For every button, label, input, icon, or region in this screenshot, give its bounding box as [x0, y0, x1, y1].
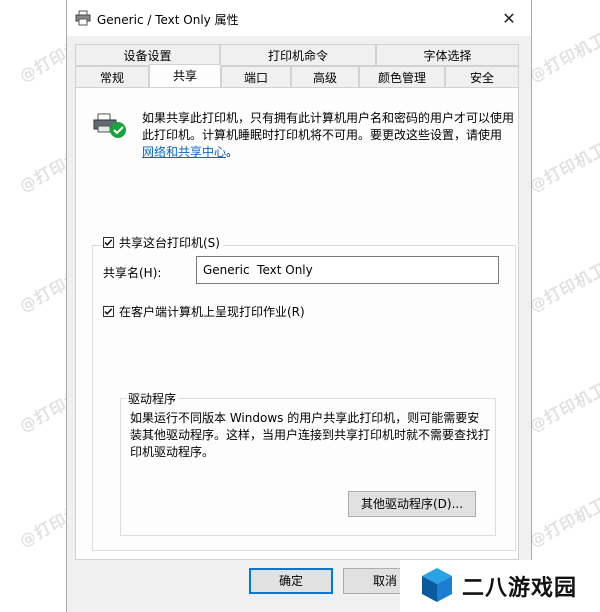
share-printer-checkbox[interactable] — [103, 237, 114, 248]
render-jobs-checkbox[interactable] — [103, 306, 114, 317]
close-button[interactable]: ✕ — [497, 6, 521, 30]
tab-ports[interactable]: 端口 — [221, 66, 291, 88]
watermark: @打印机卫士 — [526, 485, 600, 551]
tab-label: 共享 — [172, 69, 197, 83]
sharing-info-body: 如果共享此打印机，只有拥有此计算机用户名和密码的用户才可以使用此打印机。计算机睡… — [142, 111, 515, 142]
share-printer-row[interactable]: 共享这台打印机(S) — [103, 234, 223, 251]
tab-device-settings[interactable]: 设备设置 — [75, 44, 220, 66]
sharing-panel: 如果共享此打印机，只有拥有此计算机用户名和密码的用户才可以使用此打印机。计算机睡… — [75, 87, 519, 560]
driver-description: 如果运行不同版本 Windows 的用户共享此打印机，则可能需要安装其他驱动程序… — [130, 411, 491, 459]
checkmark-icon — [104, 239, 113, 246]
brand-watermark: 二八游戏园 — [400, 560, 600, 612]
watermark: @打印机卫士 — [526, 130, 600, 196]
render-jobs-label: 在客户端计算机上呈现打印作业(R) — [119, 305, 305, 319]
render-jobs-row[interactable]: 在客户端计算机上呈现打印作业(R) — [103, 303, 305, 320]
driver-legend: 驱动程序 — [126, 390, 179, 407]
shared-printer-icon — [92, 112, 128, 140]
tab-general[interactable]: 常规 — [75, 66, 149, 88]
share-printer-label: 共享这台打印机(S) — [119, 236, 220, 250]
tab-label: 颜色管理 — [377, 71, 426, 85]
printer-properties-dialog: Generic / Text Only 属性 ✕ 设备设置 打印机命令 字体选择… — [66, 0, 532, 612]
tab-label: 端口 — [243, 71, 268, 85]
ok-button[interactable]: 确定 — [249, 568, 333, 594]
close-icon: ✕ — [502, 8, 516, 28]
title-bar: Generic / Text Only 属性 ✕ — [67, 0, 531, 36]
sharing-info-suffix: 。 — [226, 145, 239, 159]
tab-sharing[interactable]: 共享 — [149, 64, 221, 88]
tab-label: 打印机命令 — [267, 49, 328, 63]
share-name-label: 共享名(H): — [103, 266, 162, 280]
tab-label: 常规 — [99, 71, 124, 85]
tab-font-selection[interactable]: 字体选择 — [376, 44, 519, 66]
additional-drivers-label: 其他驱动程序(D)... — [360, 497, 464, 511]
brand-name: 二八游戏园 — [462, 576, 578, 601]
tab-security[interactable]: 安全 — [445, 66, 519, 88]
ok-label: 确定 — [278, 574, 303, 588]
tab-label: 高级 — [312, 71, 337, 85]
checkmark-icon — [104, 308, 113, 315]
tab-color-management[interactable]: 颜色管理 — [359, 66, 445, 88]
watermark: @打印机卫士 — [526, 250, 600, 316]
tab-label: 字体选择 — [423, 49, 472, 63]
tab-label: 设备设置 — [123, 49, 172, 63]
tab-printer-commands[interactable]: 打印机命令 — [220, 44, 376, 66]
additional-drivers-button[interactable]: 其他驱动程序(D)... — [348, 491, 476, 517]
cube-logo-icon — [420, 566, 454, 607]
watermark: @打印机卫士 — [526, 370, 600, 436]
network-sharing-center-link[interactable]: 网络和共享中心 — [142, 145, 226, 159]
window-title: Generic / Text Only 属性 — [97, 13, 239, 27]
share-name-input[interactable] — [196, 256, 499, 284]
sharing-info-text: 如果共享此打印机，只有拥有此计算机用户名和密码的用户才可以使用此打印机。计算机睡… — [142, 110, 514, 161]
tab-label: 安全 — [469, 71, 494, 85]
watermark: @打印机卫士 — [526, 20, 600, 86]
printer-icon — [75, 10, 91, 26]
cancel-label: 取消 — [372, 574, 397, 588]
tab-advanced[interactable]: 高级 — [291, 66, 359, 88]
